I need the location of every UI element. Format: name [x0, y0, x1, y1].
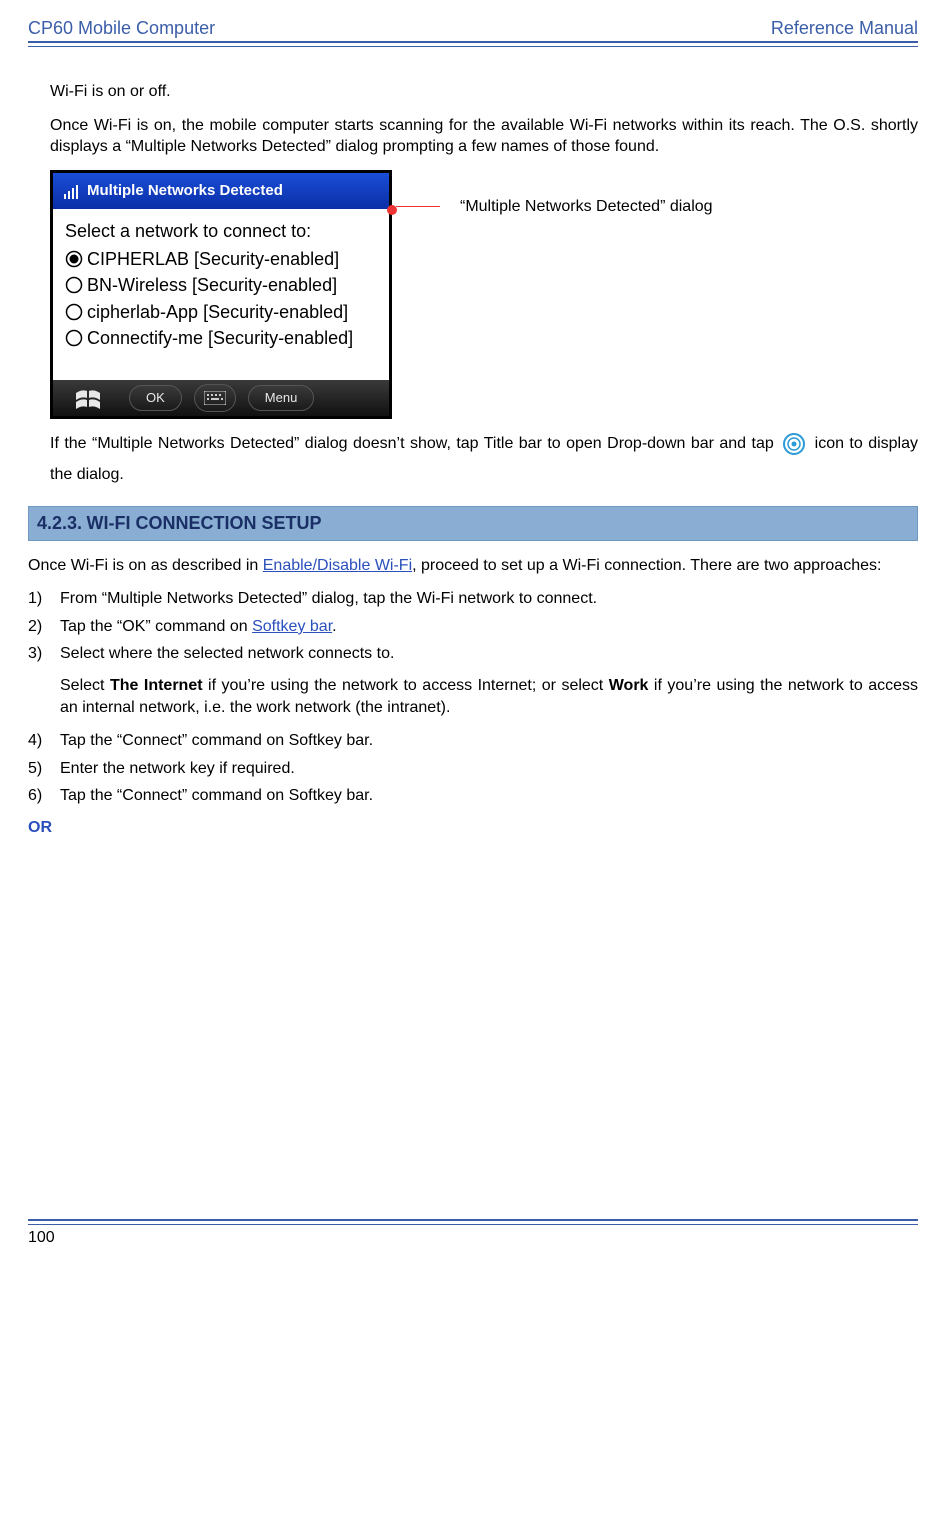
page-number: 100 [28, 1229, 918, 1247]
softkey-bar: OK Menu [53, 380, 389, 416]
step-text: Select where the selected network connec… [60, 643, 394, 665]
dialog-title-bar[interactable]: Multiple Networks Detected [53, 173, 389, 209]
text-run: Once Wi-Fi is on as described in [28, 557, 263, 574]
dialog-heading: Select a network to connect to: [65, 219, 377, 243]
header-right: Reference Manual [771, 18, 918, 39]
menu-button[interactable]: Menu [248, 385, 315, 411]
step-text: Tap the “OK” command on Softkey bar. [60, 616, 337, 638]
dialog-body: Select a network to connect to: CIPHERLA… [53, 209, 389, 380]
network-option[interactable]: BN-Wireless [Security-enabled] [65, 273, 377, 297]
radio-icon [65, 329, 83, 347]
step-number: 2) [28, 616, 60, 638]
network-label: Connectify-me [Security-enabled] [87, 326, 353, 350]
section-number: 4.2.3. [37, 513, 82, 533]
list-item: 4)Tap the “Connect” command on Softkey b… [28, 730, 918, 752]
footer-rule [28, 1219, 918, 1225]
wifi-signal-icon [63, 182, 81, 200]
dialog-figure: Multiple Networks Detected Select a netw… [50, 170, 918, 419]
body-paragraph: Once Wi-Fi is on, the mobile computer st… [50, 115, 918, 158]
wifi-info-icon [783, 433, 805, 455]
list-item: 2)Tap the “OK” command on Softkey bar. [28, 616, 918, 638]
step-number: 4) [28, 730, 60, 752]
start-button[interactable] [53, 386, 123, 410]
step-number: 1) [28, 588, 60, 610]
callout: “Multiple Networks Detected” dialog [392, 196, 713, 218]
radio-icon [65, 276, 83, 294]
list-item: 5)Enter the network key if required. [28, 758, 918, 780]
list-item: 6)Tap the “Connect” command on Softkey b… [28, 785, 918, 807]
bold-text: The Internet [110, 677, 203, 694]
text-run: if you’re using the network to access In… [203, 677, 609, 694]
network-option[interactable]: cipherlab-App [Security-enabled] [65, 300, 377, 324]
steps-list: 4)Tap the “Connect” command on Softkey b… [28, 730, 918, 807]
intro-paragraph: Once Wi-Fi is on as described in Enable/… [28, 555, 918, 577]
radio-icon [65, 303, 83, 321]
body-paragraph: If the “Multiple Networks Detected” dial… [50, 429, 918, 490]
text-run: If the “Multiple Networks Detected” dial… [50, 435, 779, 452]
ok-label: OK [146, 389, 165, 407]
ok-button[interactable]: OK [129, 385, 182, 411]
text-run: , proceed to set up a Wi-Fi connection. … [412, 557, 881, 574]
or-label: OR [28, 817, 918, 839]
network-option[interactable]: CIPHERLAB [Security-enabled] [65, 247, 377, 271]
text-run: Select [60, 677, 110, 694]
network-label: CIPHERLAB [Security-enabled] [87, 247, 339, 271]
header-left: CP60 Mobile Computer [28, 18, 215, 39]
network-label: cipherlab-App [Security-enabled] [87, 300, 348, 324]
section-heading: 4.2.3. WI-FI CONNECTION SETUP [28, 506, 918, 541]
network-option[interactable]: Connectify-me [Security-enabled] [65, 326, 377, 350]
section-title: WI-FI CONNECTION SETUP [87, 513, 322, 533]
keyboard-button[interactable] [194, 384, 236, 412]
step-number: 5) [28, 758, 60, 780]
link-enable-disable-wifi[interactable]: Enable/Disable Wi-Fi [263, 557, 412, 574]
page-header: CP60 Mobile Computer Reference Manual [28, 18, 918, 39]
step-text: Tap the “Connect” command on Softkey bar… [60, 785, 373, 807]
text-run: Tap the “OK” command on [60, 618, 252, 635]
step-extra-paragraph: Select The Internet if you’re using the … [60, 675, 918, 718]
list-item: 3)Select where the selected network conn… [28, 643, 918, 665]
step-number: 6) [28, 785, 60, 807]
radio-selected-icon [65, 250, 83, 268]
step-text: From “Multiple Networks Detected” dialog… [60, 588, 597, 610]
text-run: . [332, 618, 336, 635]
steps-list: 1)From “Multiple Networks Detected” dial… [28, 588, 918, 665]
step-text: Tap the “Connect” command on Softkey bar… [60, 730, 373, 752]
dialog-title: Multiple Networks Detected [87, 181, 283, 201]
header-rule [28, 41, 918, 47]
link-softkey-bar[interactable]: Softkey bar [252, 618, 332, 635]
menu-label: Menu [265, 389, 298, 407]
step-number: 3) [28, 643, 60, 665]
step-text: Enter the network key if required. [60, 758, 295, 780]
body-paragraph: Wi-Fi is on or off. [50, 81, 918, 103]
network-label: BN-Wireless [Security-enabled] [87, 273, 337, 297]
mobile-dialog: Multiple Networks Detected Select a netw… [50, 170, 392, 419]
callout-text: “Multiple Networks Detected” dialog [460, 196, 713, 218]
callout-line [396, 206, 440, 207]
list-item: 1)From “Multiple Networks Detected” dial… [28, 588, 918, 610]
bold-text: Work [609, 677, 649, 694]
